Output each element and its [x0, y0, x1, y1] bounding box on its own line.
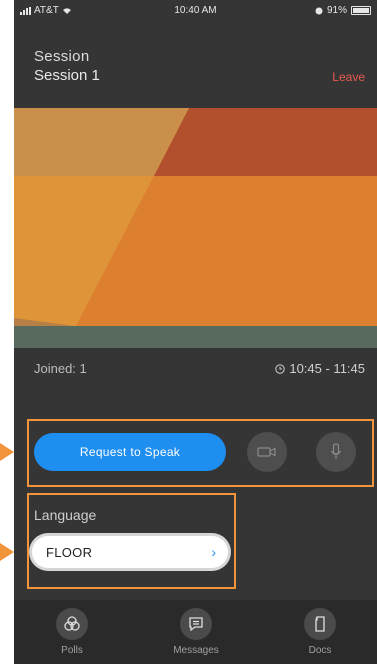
tab-docs[interactable]: Docs [280, 608, 360, 656]
session-time: 10:45 - 11:45 [275, 361, 365, 376]
tab-messages[interactable]: Messages [156, 608, 236, 656]
language-highlight [27, 493, 236, 589]
session-name: Session 1 [34, 67, 100, 84]
arrow-right-icon [0, 543, 14, 561]
battery-group: 91% [315, 5, 371, 16]
docs-icon [304, 608, 336, 640]
messages-icon [180, 608, 212, 640]
tab-messages-label: Messages [173, 645, 219, 656]
leave-button[interactable]: Leave [332, 70, 365, 84]
battery-percent: 91% [326, 5, 347, 16]
arrow-right-icon [0, 443, 14, 461]
alarm-icon [315, 7, 323, 14]
video-placeholder [14, 108, 377, 348]
tab-polls[interactable]: Polls [32, 608, 112, 656]
session-header: Session Session 1 Leave [34, 48, 365, 84]
time-range-text: 10:45 - 11:45 [289, 361, 365, 376]
battery-icon [351, 6, 371, 15]
polls-icon [56, 608, 88, 640]
bottom-tab-bar: Polls Messages Docs [14, 600, 377, 664]
tab-docs-label: Docs [308, 645, 332, 656]
joined-count: Joined: 1 [34, 361, 87, 376]
tab-polls-label: Polls [61, 645, 83, 656]
clock-icon [275, 363, 286, 374]
controls-highlight [27, 419, 374, 487]
status-bar: AT&T 10:40 AM 91% [14, 0, 377, 20]
session-label: Session [34, 48, 90, 65]
